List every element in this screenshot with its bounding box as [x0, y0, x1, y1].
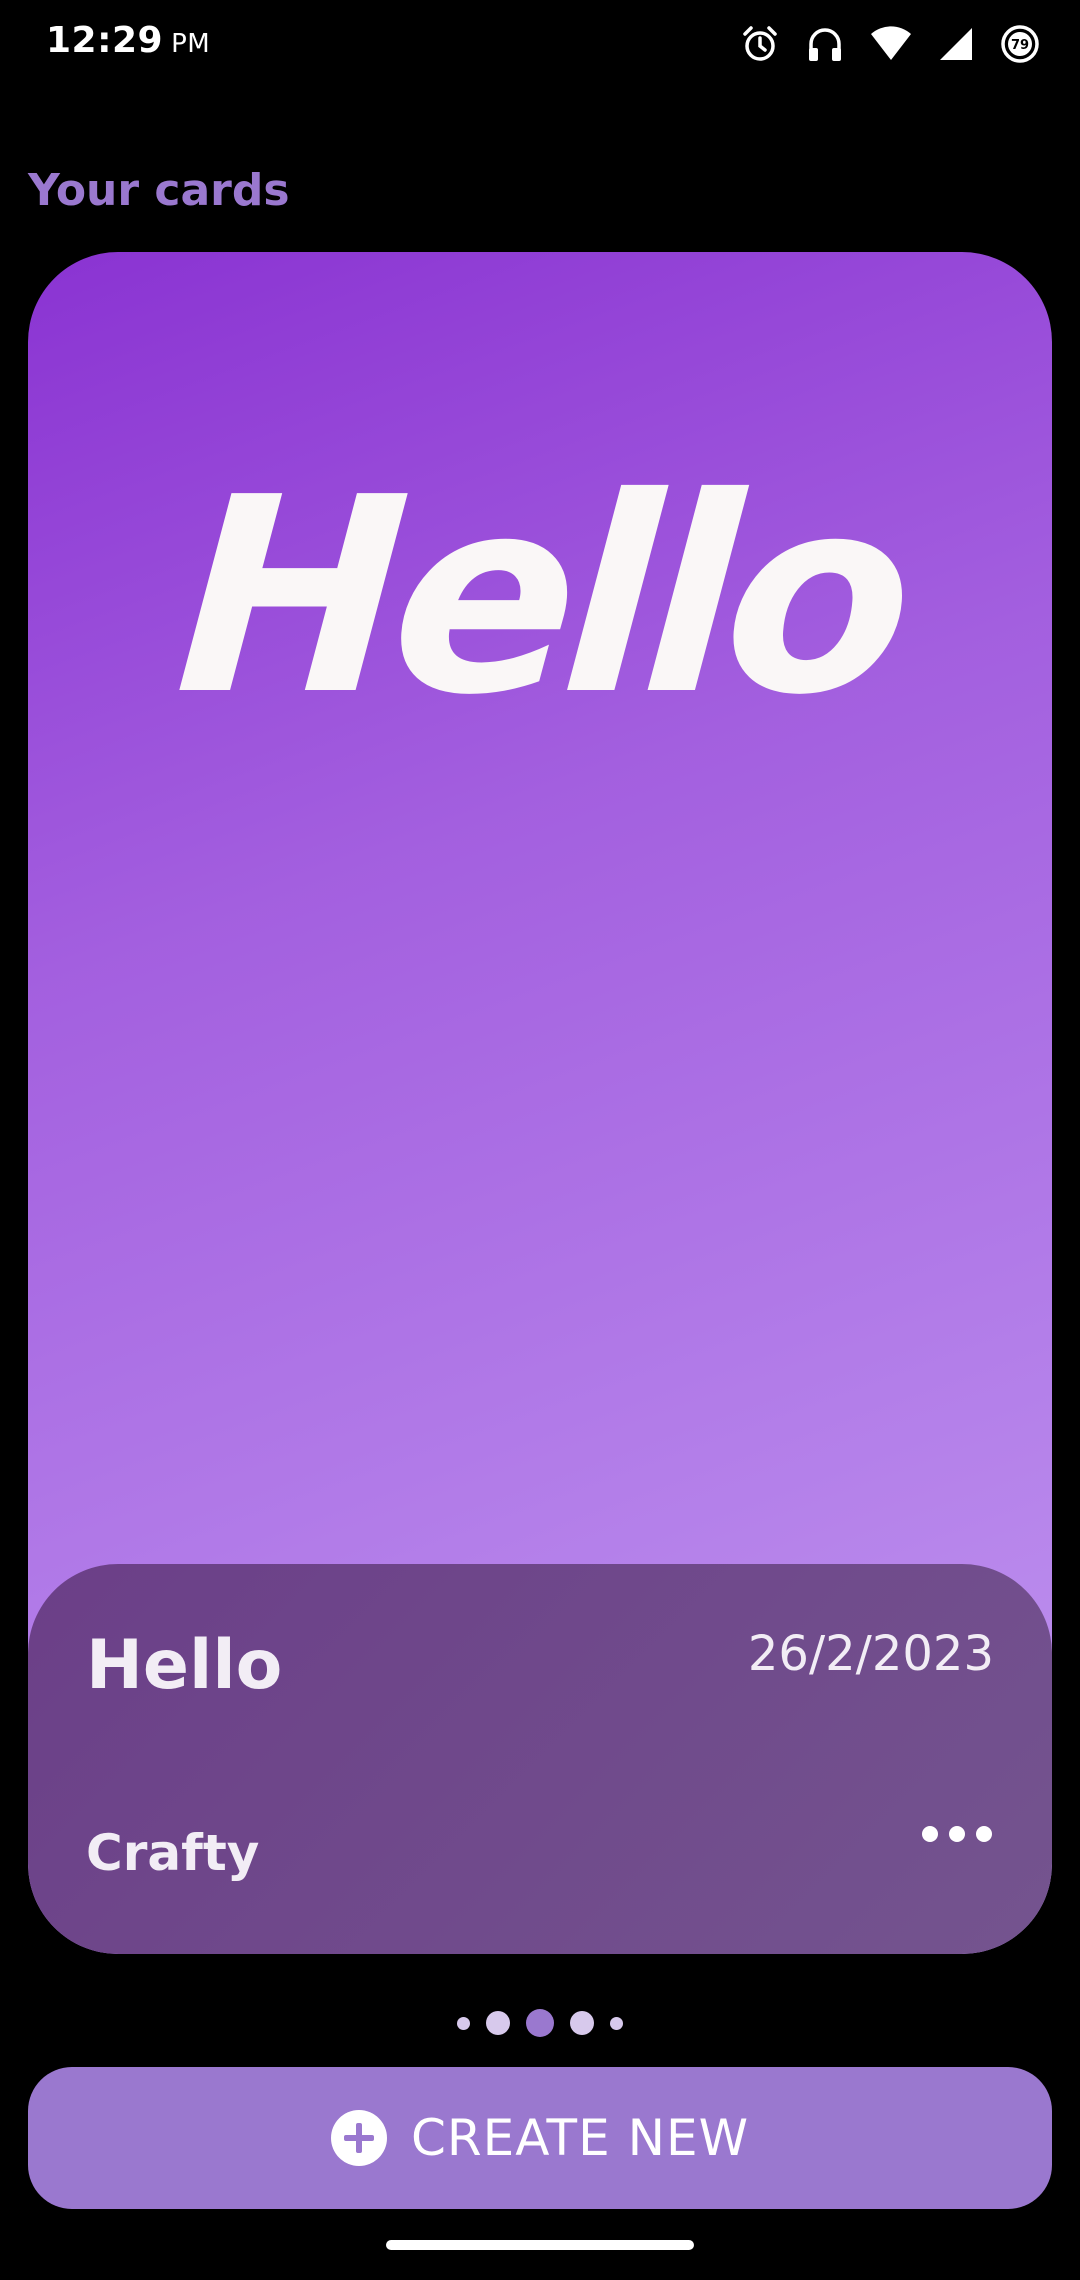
more-horizontal-icon[interactable] — [922, 1814, 992, 1854]
headphones-icon — [809, 28, 841, 61]
card[interactable]: Hello Hello 26/2/2023 Crafty — [28, 252, 1052, 1954]
battery-icon: 79 — [1001, 25, 1039, 63]
page-dot[interactable] — [570, 2011, 594, 2035]
page-dot[interactable] — [457, 2016, 470, 2030]
alarm-icon — [743, 26, 777, 61]
clock-time: 12:29 — [46, 20, 164, 61]
card-author: Crafty — [86, 1824, 260, 1882]
more-dot — [922, 1826, 938, 1842]
card-date: 26/2/2023 — [747, 1626, 994, 1682]
page-dot[interactable] — [486, 2011, 510, 2035]
section-title: Your cards — [28, 165, 290, 216]
status-bar: 12:29 PM 79 — [0, 0, 1080, 92]
home-indicator[interactable] — [386, 2240, 694, 2250]
create-new-button[interactable]: CREATE NEW — [28, 2067, 1052, 2209]
page-dot-active[interactable] — [526, 2009, 554, 2037]
status-time: 12:29 PM — [46, 20, 210, 61]
page-dot[interactable] — [610, 2016, 623, 2030]
page-indicator — [0, 2005, 1080, 2041]
card-art-text: Hello — [169, 439, 911, 754]
status-icons: 79 — [740, 22, 1040, 66]
card-info-panel: Hello 26/2/2023 Crafty — [28, 1564, 1052, 1954]
card-name: Hello — [86, 1626, 283, 1705]
signal-icon — [940, 28, 972, 60]
more-dot — [976, 1826, 992, 1842]
plus-circle-icon — [330, 2110, 387, 2166]
create-new-label: CREATE NEW — [410, 2109, 750, 2167]
battery-level-text: 79 — [1011, 38, 1029, 53]
more-dot — [949, 1826, 965, 1842]
wifi-icon — [871, 26, 911, 60]
clock-ampm: PM — [171, 29, 211, 59]
screen: 12:29 PM 79 Your cards Hello Hello 26/2/… — [0, 0, 1080, 2280]
